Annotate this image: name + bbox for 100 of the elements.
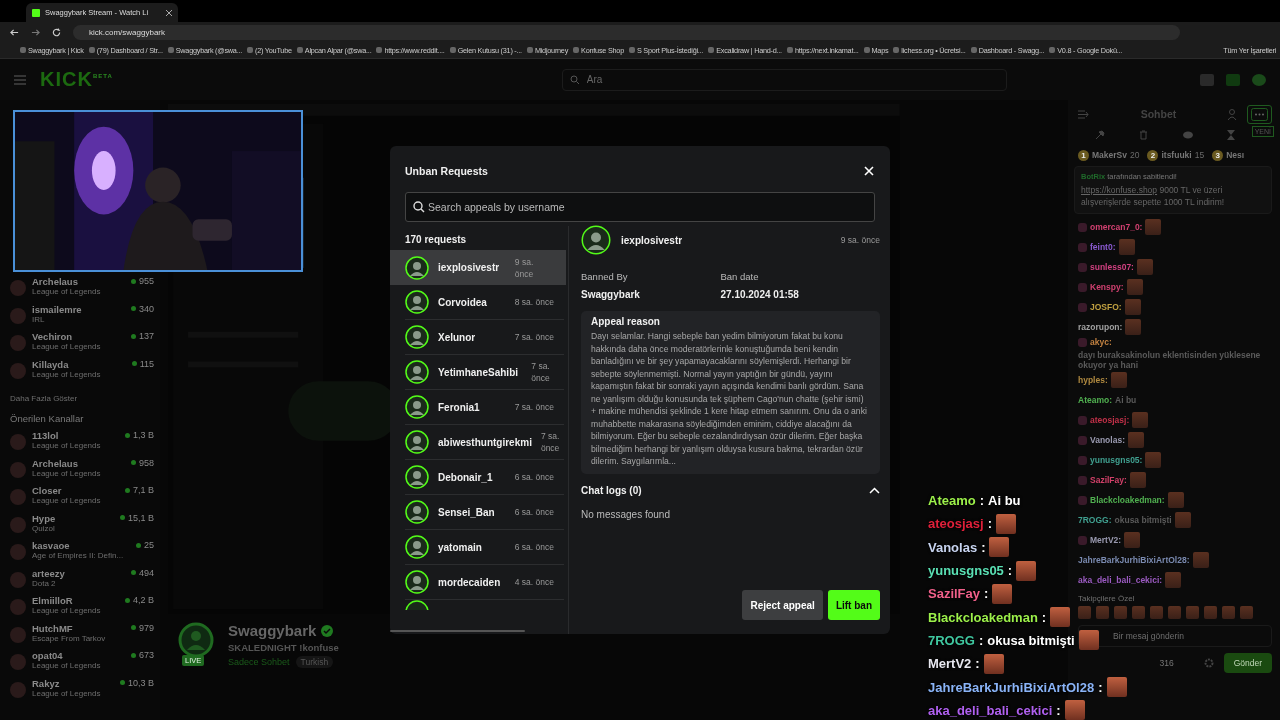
back-icon[interactable] <box>10 27 19 37</box>
live-dot-icon <box>125 597 130 603</box>
show-more-link[interactable]: Daha Fazla Göster <box>10 394 154 403</box>
users-icon[interactable] <box>1228 108 1239 120</box>
channel-name[interactable]: Closer <box>32 485 119 496</box>
channel-name[interactable]: Vechiron <box>32 331 125 342</box>
username[interactable]: hyples: <box>1078 375 1108 385</box>
category-text: Quizol <box>32 523 56 533</box>
rank-badge: 3 <box>1212 149 1224 161</box>
username[interactable]: aka_deli_bali_cekici: <box>1078 575 1163 585</box>
emote-icon[interactable] <box>1114 605 1127 619</box>
username[interactable]: Vanolas: <box>1090 435 1125 445</box>
viewer-count: 15,1 B <box>127 512 154 523</box>
channel-name[interactable]: Archelaus <box>32 276 125 287</box>
channel-name[interactable]: ElmiilloR <box>32 595 119 606</box>
emote-icon[interactable] <box>1132 605 1145 619</box>
channel-name[interactable]: kasvaoe <box>32 540 130 551</box>
search-field[interactable]: Ara <box>561 68 1007 91</box>
reload-icon[interactable] <box>52 27 61 37</box>
search-icon <box>569 74 580 85</box>
logo[interactable]: KICK$^{BETA}$ <box>40 68 113 91</box>
favicon-icon <box>863 47 870 53</box>
viewer-count: 979 <box>138 622 154 633</box>
avatar-icon <box>10 654 26 670</box>
emote-icon[interactable] <box>1222 605 1235 619</box>
viewer-count: 4,2 B <box>133 595 154 605</box>
username[interactable]: sunless07: <box>1090 262 1134 272</box>
username[interactable]: omercan7_0: <box>1090 222 1143 232</box>
emote-icon[interactable] <box>1078 605 1091 619</box>
category-text: League of Legends <box>32 496 102 505</box>
channel-name[interactable]: opat04 <box>32 650 125 661</box>
channel-name[interactable]: Archelaus <box>32 457 125 469</box>
username: MertV2 <box>928 656 972 672</box>
username[interactable]: MertV2: <box>1090 535 1122 545</box>
favicon-icon <box>573 47 580 53</box>
username[interactable]: yunusgns05: <box>1090 455 1143 465</box>
channel-name[interactable]: Swaggybark <box>228 622 317 639</box>
channel-name[interactable]: Rakyz <box>32 677 114 689</box>
username[interactable]: 7ROGG: <box>1078 515 1112 525</box>
emote-icon[interactable] <box>1150 605 1163 619</box>
username[interactable]: Ateamo: <box>1078 395 1112 405</box>
channel-name[interactable]: 113lol <box>32 430 119 441</box>
live-dot-icon <box>130 460 136 465</box>
favicon-icon <box>893 47 900 53</box>
favicon-icon <box>970 47 977 53</box>
username[interactable]: JahreBarkJurhiBixiArtOl28: <box>1078 555 1190 565</box>
username[interactable]: ateosjasj: <box>1090 415 1130 425</box>
username[interactable]: razorupon: <box>1078 322 1123 332</box>
scrollbar[interactable] <box>390 630 525 632</box>
settings-icon[interactable] <box>1203 658 1214 668</box>
username[interactable]: akyc: <box>1090 337 1112 347</box>
message-field[interactable]: Bir mesaj gönderin <box>1078 625 1272 647</box>
live-dot-icon <box>130 570 136 575</box>
chat-icon[interactable] <box>1182 130 1193 140</box>
leaderboard-name[interactable]: MakerSv <box>1092 150 1127 160</box>
username[interactable]: feint0: <box>1090 242 1116 252</box>
menu-icon[interactable] <box>14 74 26 85</box>
leaderboard-name[interactable]: Nesı <box>1226 150 1245 160</box>
close-icon[interactable] <box>166 9 172 16</box>
section-title: Önerilen Kanallar <box>10 413 85 424</box>
category-text: League of Legends <box>32 369 102 379</box>
hammer-icon[interactable] <box>1095 130 1106 140</box>
trash-icon[interactable] <box>1139 130 1149 140</box>
address-bar[interactable]: kick.com/swaggybark <box>73 24 1180 40</box>
hourglass-icon[interactable] <box>1226 130 1235 140</box>
category-text: League of Legends <box>32 661 102 670</box>
channel-name[interactable]: arteezy <box>32 567 125 579</box>
avatar-icon <box>10 599 26 615</box>
emote-icon[interactable] <box>1240 605 1253 619</box>
message-text: okusa bitmişti <box>987 632 1075 648</box>
username[interactable]: Blackcloakedman: <box>1090 495 1165 505</box>
viewer-count: 958 <box>138 457 154 468</box>
favicon-icon <box>786 47 793 53</box>
category-text: League of Legends <box>32 606 102 615</box>
more-icon[interactable] <box>1247 104 1272 124</box>
username[interactable]: JOSFO: <box>1090 302 1122 312</box>
username[interactable]: SazilFay: <box>1090 475 1127 485</box>
channel-name[interactable]: HutchMF <box>32 622 125 634</box>
message-text: okusa bitmişti <box>1114 515 1172 525</box>
points-counter[interactable]: 316 <box>1159 658 1174 668</box>
channel-name[interactable]: Killayda <box>32 358 126 370</box>
live-dot-icon <box>130 306 136 311</box>
avatar-icon <box>10 434 26 450</box>
favicon-icon <box>708 47 715 53</box>
forward-icon[interactable] <box>31 27 40 37</box>
emote-icon[interactable] <box>1168 605 1181 619</box>
leaderboard-name[interactable]: itsfuuki <box>1161 150 1192 160</box>
channel-name[interactable]: Hype <box>32 512 114 524</box>
channel-name[interactable]: ismailemre <box>32 303 125 315</box>
send-button[interactable]: Gönder <box>1223 653 1272 673</box>
verified-icon <box>321 624 334 637</box>
collapse-icon[interactable] <box>1078 109 1089 119</box>
emote-icon[interactable] <box>1096 605 1109 619</box>
emote-icon[interactable] <box>1186 605 1199 619</box>
rank-badge: 1 <box>1078 149 1089 161</box>
username[interactable]: Kenspy: <box>1090 282 1124 292</box>
avatar-icon <box>10 571 26 588</box>
emote-icon[interactable] <box>1204 605 1217 619</box>
category-text: League of Legends <box>32 688 102 698</box>
live-dot-icon <box>130 333 136 339</box>
